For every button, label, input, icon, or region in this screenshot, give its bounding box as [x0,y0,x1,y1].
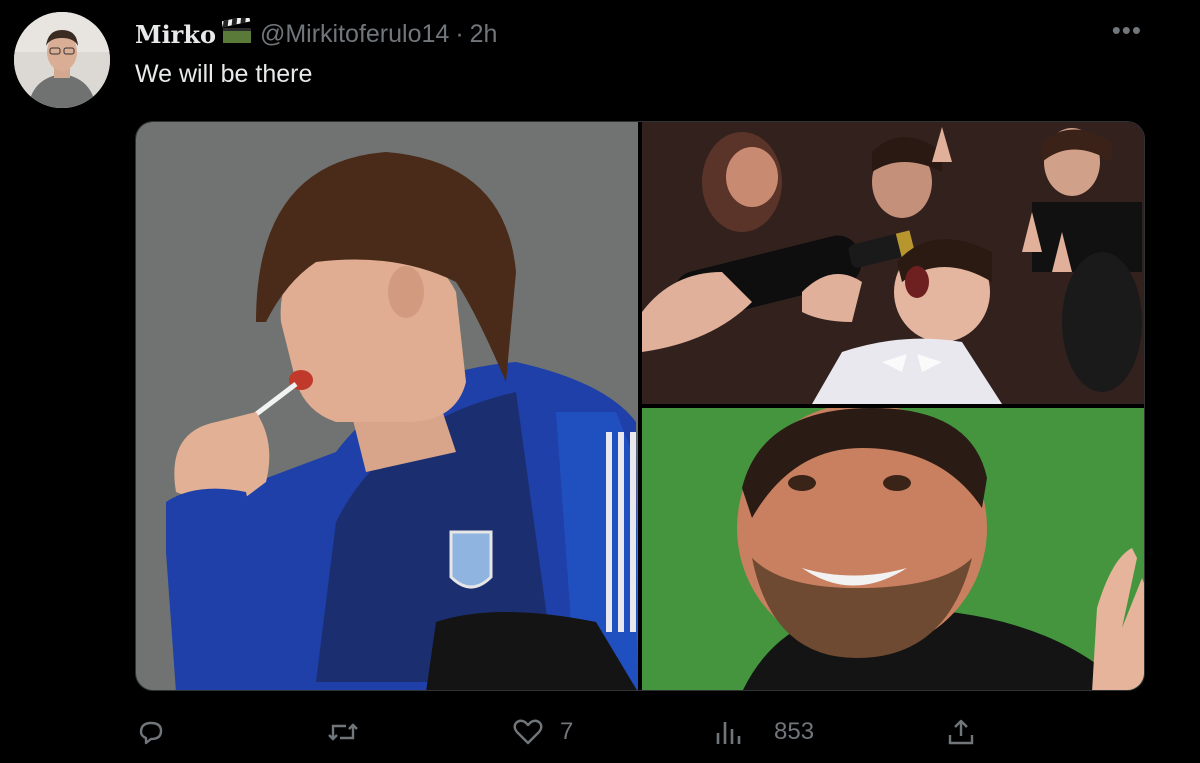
retweet-icon [326,717,360,747]
photo-party-celebration [642,122,1144,404]
tweet-timestamp[interactable]: 2h [470,20,498,49]
image-bottom-right[interactable] [642,408,1144,690]
reply-icon [136,717,166,747]
retweet-button[interactable] [326,717,378,747]
tweet-header: Mirko @Mirkitoferulo14 · 2h [135,15,498,52]
photo-man-with-lollipop [136,122,638,690]
views-chart-icon [714,717,744,747]
author-handle[interactable]: @Mirkitoferulo14 [260,20,449,49]
photo-smiling-man-on-pitch [642,408,1144,690]
author-name[interactable]: Mirko [135,20,216,49]
reply-button[interactable] [136,717,184,747]
like-button[interactable]: 7 [512,717,573,747]
like-count: 7 [560,718,574,745]
author-avatar[interactable] [14,12,110,108]
tweet-text: We will be there [135,60,313,88]
tweet-actions-bar: 7 853 [0,705,1200,763]
clapperboard-icon [221,15,252,51]
image-top-right[interactable] [642,122,1144,404]
views-button[interactable]: 853 [714,717,814,747]
views-count: 853 [774,718,815,745]
heart-icon [512,717,544,747]
separator-dot: · [455,19,464,48]
image-left[interactable] [136,122,638,690]
more-options-icon[interactable]: ••• [1112,17,1142,43]
avatar-photo [14,12,110,108]
share-icon [946,717,976,747]
media-grid [135,121,1145,691]
share-button[interactable] [946,717,976,747]
